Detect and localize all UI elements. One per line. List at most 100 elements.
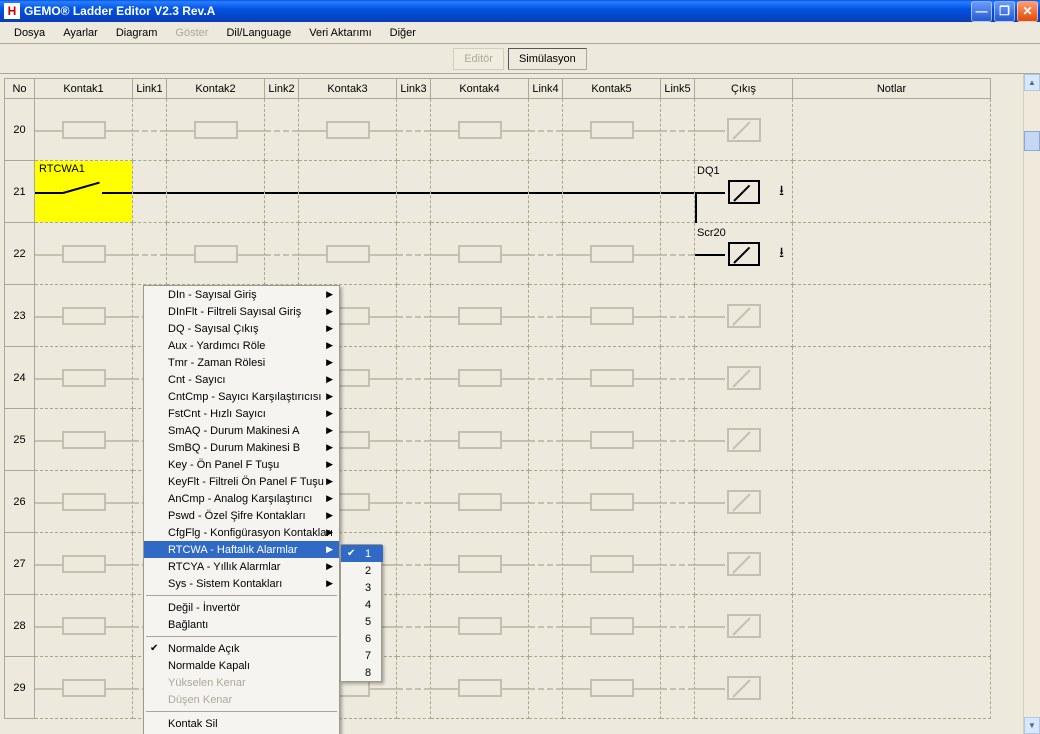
link-cell[interactable] (661, 595, 695, 657)
link-cell[interactable] (397, 347, 431, 409)
contact-cell[interactable] (299, 99, 397, 161)
ladder-grid[interactable]: No Kontak1 Link1 Kontak2 Link2 Kontak3 L… (0, 74, 1023, 734)
menu-veri[interactable]: Veri Aktarımı (301, 25, 379, 41)
context-item[interactable]: AnCmp - Analog Karşılaştırıcı▶ (144, 490, 339, 507)
contact-cell[interactable] (431, 99, 529, 161)
menu-diagram[interactable]: Diagram (108, 25, 166, 41)
contact-cell[interactable] (563, 347, 661, 409)
menu-diger[interactable]: Diğer (382, 25, 424, 41)
context-menu[interactable]: DIn - Sayısal Giriş▶DInFlt - Filtreli Sa… (143, 285, 340, 734)
link-cell[interactable] (529, 409, 563, 471)
link-cell[interactable] (397, 99, 431, 161)
context-item[interactable]: DIn - Sayısal Giriş▶ (144, 286, 339, 303)
link-cell[interactable] (661, 285, 695, 347)
context-item[interactable]: SmBQ - Durum Makinesi B▶ (144, 439, 339, 456)
link-cell[interactable] (661, 99, 695, 161)
contact-cell[interactable] (563, 595, 661, 657)
context-item[interactable]: Sys - Sistem Kontakları▶ (144, 575, 339, 592)
link-cell[interactable] (133, 223, 167, 285)
contact-cell[interactable] (431, 471, 529, 533)
menu-dil[interactable]: Dil/Language (218, 25, 299, 41)
contact-cell[interactable] (431, 161, 529, 223)
contact-cell[interactable] (35, 223, 133, 285)
link-cell[interactable] (529, 223, 563, 285)
context-item[interactable]: Bağlantı (144, 616, 339, 633)
context-item[interactable]: FstCnt - Hızlı Sayıcı▶ (144, 405, 339, 422)
output-cell[interactable]: Scr20⭳ (695, 223, 793, 285)
context-submenu[interactable]: ✔12345678 (340, 544, 382, 682)
link-cell[interactable] (397, 471, 431, 533)
output-cell[interactable] (695, 595, 793, 657)
contact-cell[interactable] (299, 223, 397, 285)
submenu-item[interactable]: 5 (341, 613, 383, 630)
contact-cell[interactable] (431, 347, 529, 409)
contact-cell[interactable] (563, 99, 661, 161)
link-cell[interactable] (661, 409, 695, 471)
link-cell[interactable] (397, 409, 431, 471)
contact-cell[interactable] (167, 99, 265, 161)
link-cell[interactable] (397, 595, 431, 657)
contact-cell[interactable] (563, 161, 661, 223)
contact-cell[interactable] (563, 409, 661, 471)
simulation-button[interactable]: Simülasyon (508, 48, 587, 70)
context-item[interactable]: CfgFlg - Konfigürasyon Kontakları▶ (144, 524, 339, 541)
output-cell[interactable] (695, 285, 793, 347)
link-cell[interactable] (661, 347, 695, 409)
link-cell[interactable] (661, 223, 695, 285)
context-item[interactable]: Cnt - Sayıcı▶ (144, 371, 339, 388)
submenu-item[interactable]: 8 (341, 664, 383, 681)
context-item[interactable]: SmAQ - Durum Makinesi A▶ (144, 422, 339, 439)
context-item[interactable]: RTCWA - Haftalık Alarmlar▶ (144, 541, 339, 558)
contact-cell[interactable] (35, 533, 133, 595)
scroll-down-button[interactable]: ▼ (1024, 717, 1040, 734)
contact-cell[interactable] (167, 223, 265, 285)
output-cell[interactable] (695, 409, 793, 471)
contact-cell[interactable]: RTCWA1 (35, 161, 133, 223)
context-item[interactable]: RTCYA - Yıllık Alarmlar▶ (144, 558, 339, 575)
link-cell[interactable] (529, 347, 563, 409)
menu-dosya[interactable]: Dosya (6, 25, 53, 41)
contact-cell[interactable] (299, 161, 397, 223)
close-button[interactable]: ✕ (1017, 1, 1038, 22)
contact-cell[interactable] (431, 595, 529, 657)
menu-ayarlar[interactable]: Ayarlar (55, 25, 106, 41)
submenu-item[interactable]: 2 (341, 562, 383, 579)
context-item[interactable]: Tmr - Zaman Rölesi▶ (144, 354, 339, 371)
submenu-item[interactable]: ✔1 (341, 545, 383, 562)
link-cell[interactable] (133, 99, 167, 161)
notes-cell[interactable] (793, 595, 991, 657)
link-cell[interactable] (661, 161, 695, 223)
context-item[interactable]: Değil - İnvertör (144, 599, 339, 616)
notes-cell[interactable] (793, 657, 991, 719)
link-cell[interactable] (397, 161, 431, 223)
contact-cell[interactable] (431, 533, 529, 595)
notes-cell[interactable] (793, 533, 991, 595)
output-cell[interactable]: DQ1⭳ (695, 161, 793, 223)
notes-cell[interactable] (793, 99, 991, 161)
context-item[interactable]: CntCmp - Sayıcı Karşılaştırıcısı▶ (144, 388, 339, 405)
context-item[interactable]: Normalde Kapalı (144, 657, 339, 674)
link-cell[interactable] (661, 657, 695, 719)
contact-cell[interactable] (35, 657, 133, 719)
context-item[interactable]: ✔Normalde Açık (144, 640, 339, 657)
contact-cell[interactable] (167, 161, 265, 223)
link-cell[interactable] (529, 595, 563, 657)
contact-cell[interactable] (431, 409, 529, 471)
notes-cell[interactable] (793, 223, 991, 285)
link-cell[interactable] (265, 161, 299, 223)
link-cell[interactable] (529, 533, 563, 595)
scroll-up-button[interactable]: ▲ (1024, 74, 1040, 91)
notes-cell[interactable] (793, 471, 991, 533)
contact-cell[interactable] (563, 657, 661, 719)
link-cell[interactable] (397, 657, 431, 719)
output-cell[interactable] (695, 533, 793, 595)
vertical-scrollbar[interactable]: ▲ ▼ (1023, 74, 1040, 734)
output-cell[interactable] (695, 657, 793, 719)
submenu-item[interactable]: 6 (341, 630, 383, 647)
link-cell[interactable] (529, 161, 563, 223)
notes-cell[interactable] (793, 285, 991, 347)
contact-cell[interactable] (35, 99, 133, 161)
contact-cell[interactable] (563, 223, 661, 285)
contact-cell[interactable] (431, 223, 529, 285)
link-cell[interactable] (529, 99, 563, 161)
